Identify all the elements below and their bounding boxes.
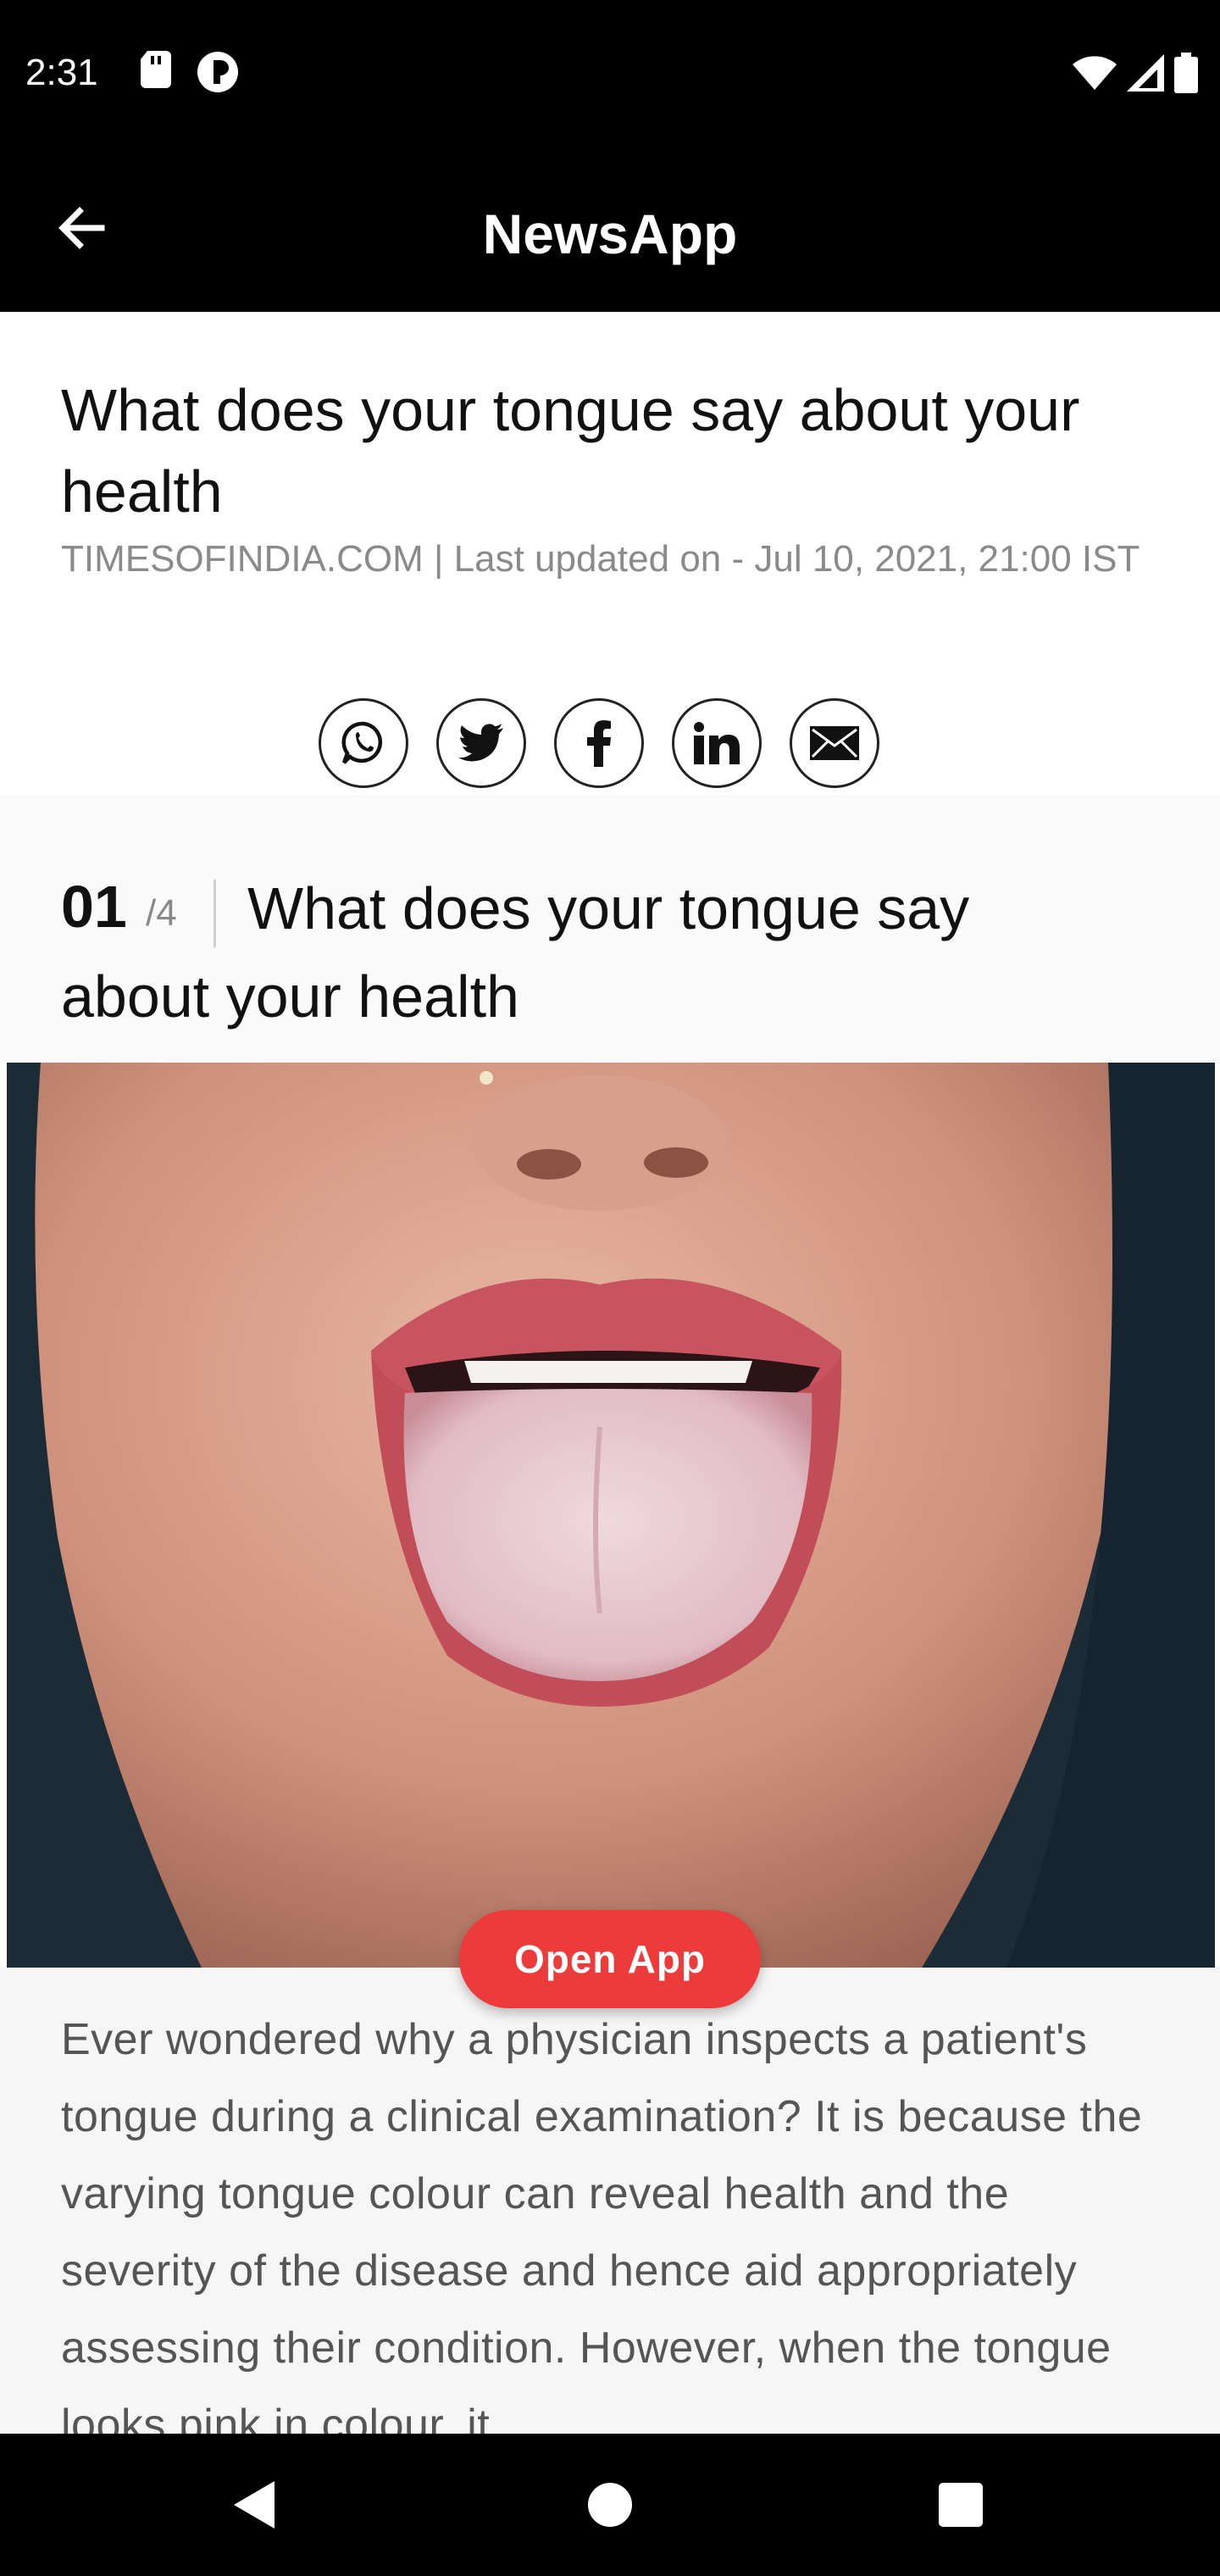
article-headline: What does your tongue say about your hea… xyxy=(61,377,1080,525)
nav-back-button[interactable] xyxy=(224,2474,285,2535)
open-app-button[interactable]: Open App xyxy=(459,1910,761,2008)
slide-total: /4 xyxy=(146,892,177,934)
share-email-button[interactable] xyxy=(790,698,879,788)
whatsapp-icon xyxy=(341,721,383,764)
status-time: 2:31 xyxy=(25,52,98,93)
recents-square-icon xyxy=(939,2483,983,2527)
twitter-icon xyxy=(458,724,503,762)
article-photo xyxy=(7,1063,1215,1968)
vpn-key-icon xyxy=(197,51,239,97)
system-nav-bar xyxy=(0,2434,1220,2576)
facebook-icon xyxy=(587,720,611,767)
sd-card-icon xyxy=(141,51,171,97)
cell-signal-icon xyxy=(1127,54,1164,96)
app-bar: NewsApp xyxy=(0,147,1220,312)
share-facebook-button[interactable] xyxy=(554,698,644,788)
linkedin-icon xyxy=(694,722,740,764)
back-triangle-icon xyxy=(234,2481,274,2529)
status-right-icons xyxy=(1073,53,1198,97)
email-icon xyxy=(810,726,859,760)
share-linkedin-button[interactable] xyxy=(672,698,762,788)
slide-number: 01 xyxy=(61,874,127,940)
article-meta: TIMESOFINDIA.COM | Last updated on - Jul… xyxy=(61,538,1140,580)
nav-home-button[interactable] xyxy=(580,2474,640,2535)
slide-header: What does your tongue say about your hea… xyxy=(0,795,1220,1063)
home-circle-icon xyxy=(588,2483,632,2527)
share-whatsapp-button[interactable] xyxy=(319,698,408,788)
app-title: NewsApp xyxy=(482,203,738,265)
wifi-icon xyxy=(1073,54,1117,96)
article-body: Ever wondered why a physician inspects a… xyxy=(0,1968,1220,2450)
share-twitter-button[interactable] xyxy=(436,698,526,788)
article-body-text: Ever wondered why a physician inspects a… xyxy=(61,2015,1143,2450)
status-left-icons xyxy=(141,51,239,97)
slide-title: What does your tongue say about your hea… xyxy=(61,875,970,1030)
article-header: What does your tongue say about your hea… xyxy=(0,312,1220,795)
battery-icon xyxy=(1174,53,1198,97)
slide-divider xyxy=(214,880,216,947)
tongue-photo-illustration xyxy=(7,1063,1215,1968)
nav-recents-button[interactable] xyxy=(930,2474,991,2535)
share-row xyxy=(319,698,879,788)
status-bar: 2:31 xyxy=(0,0,1220,147)
